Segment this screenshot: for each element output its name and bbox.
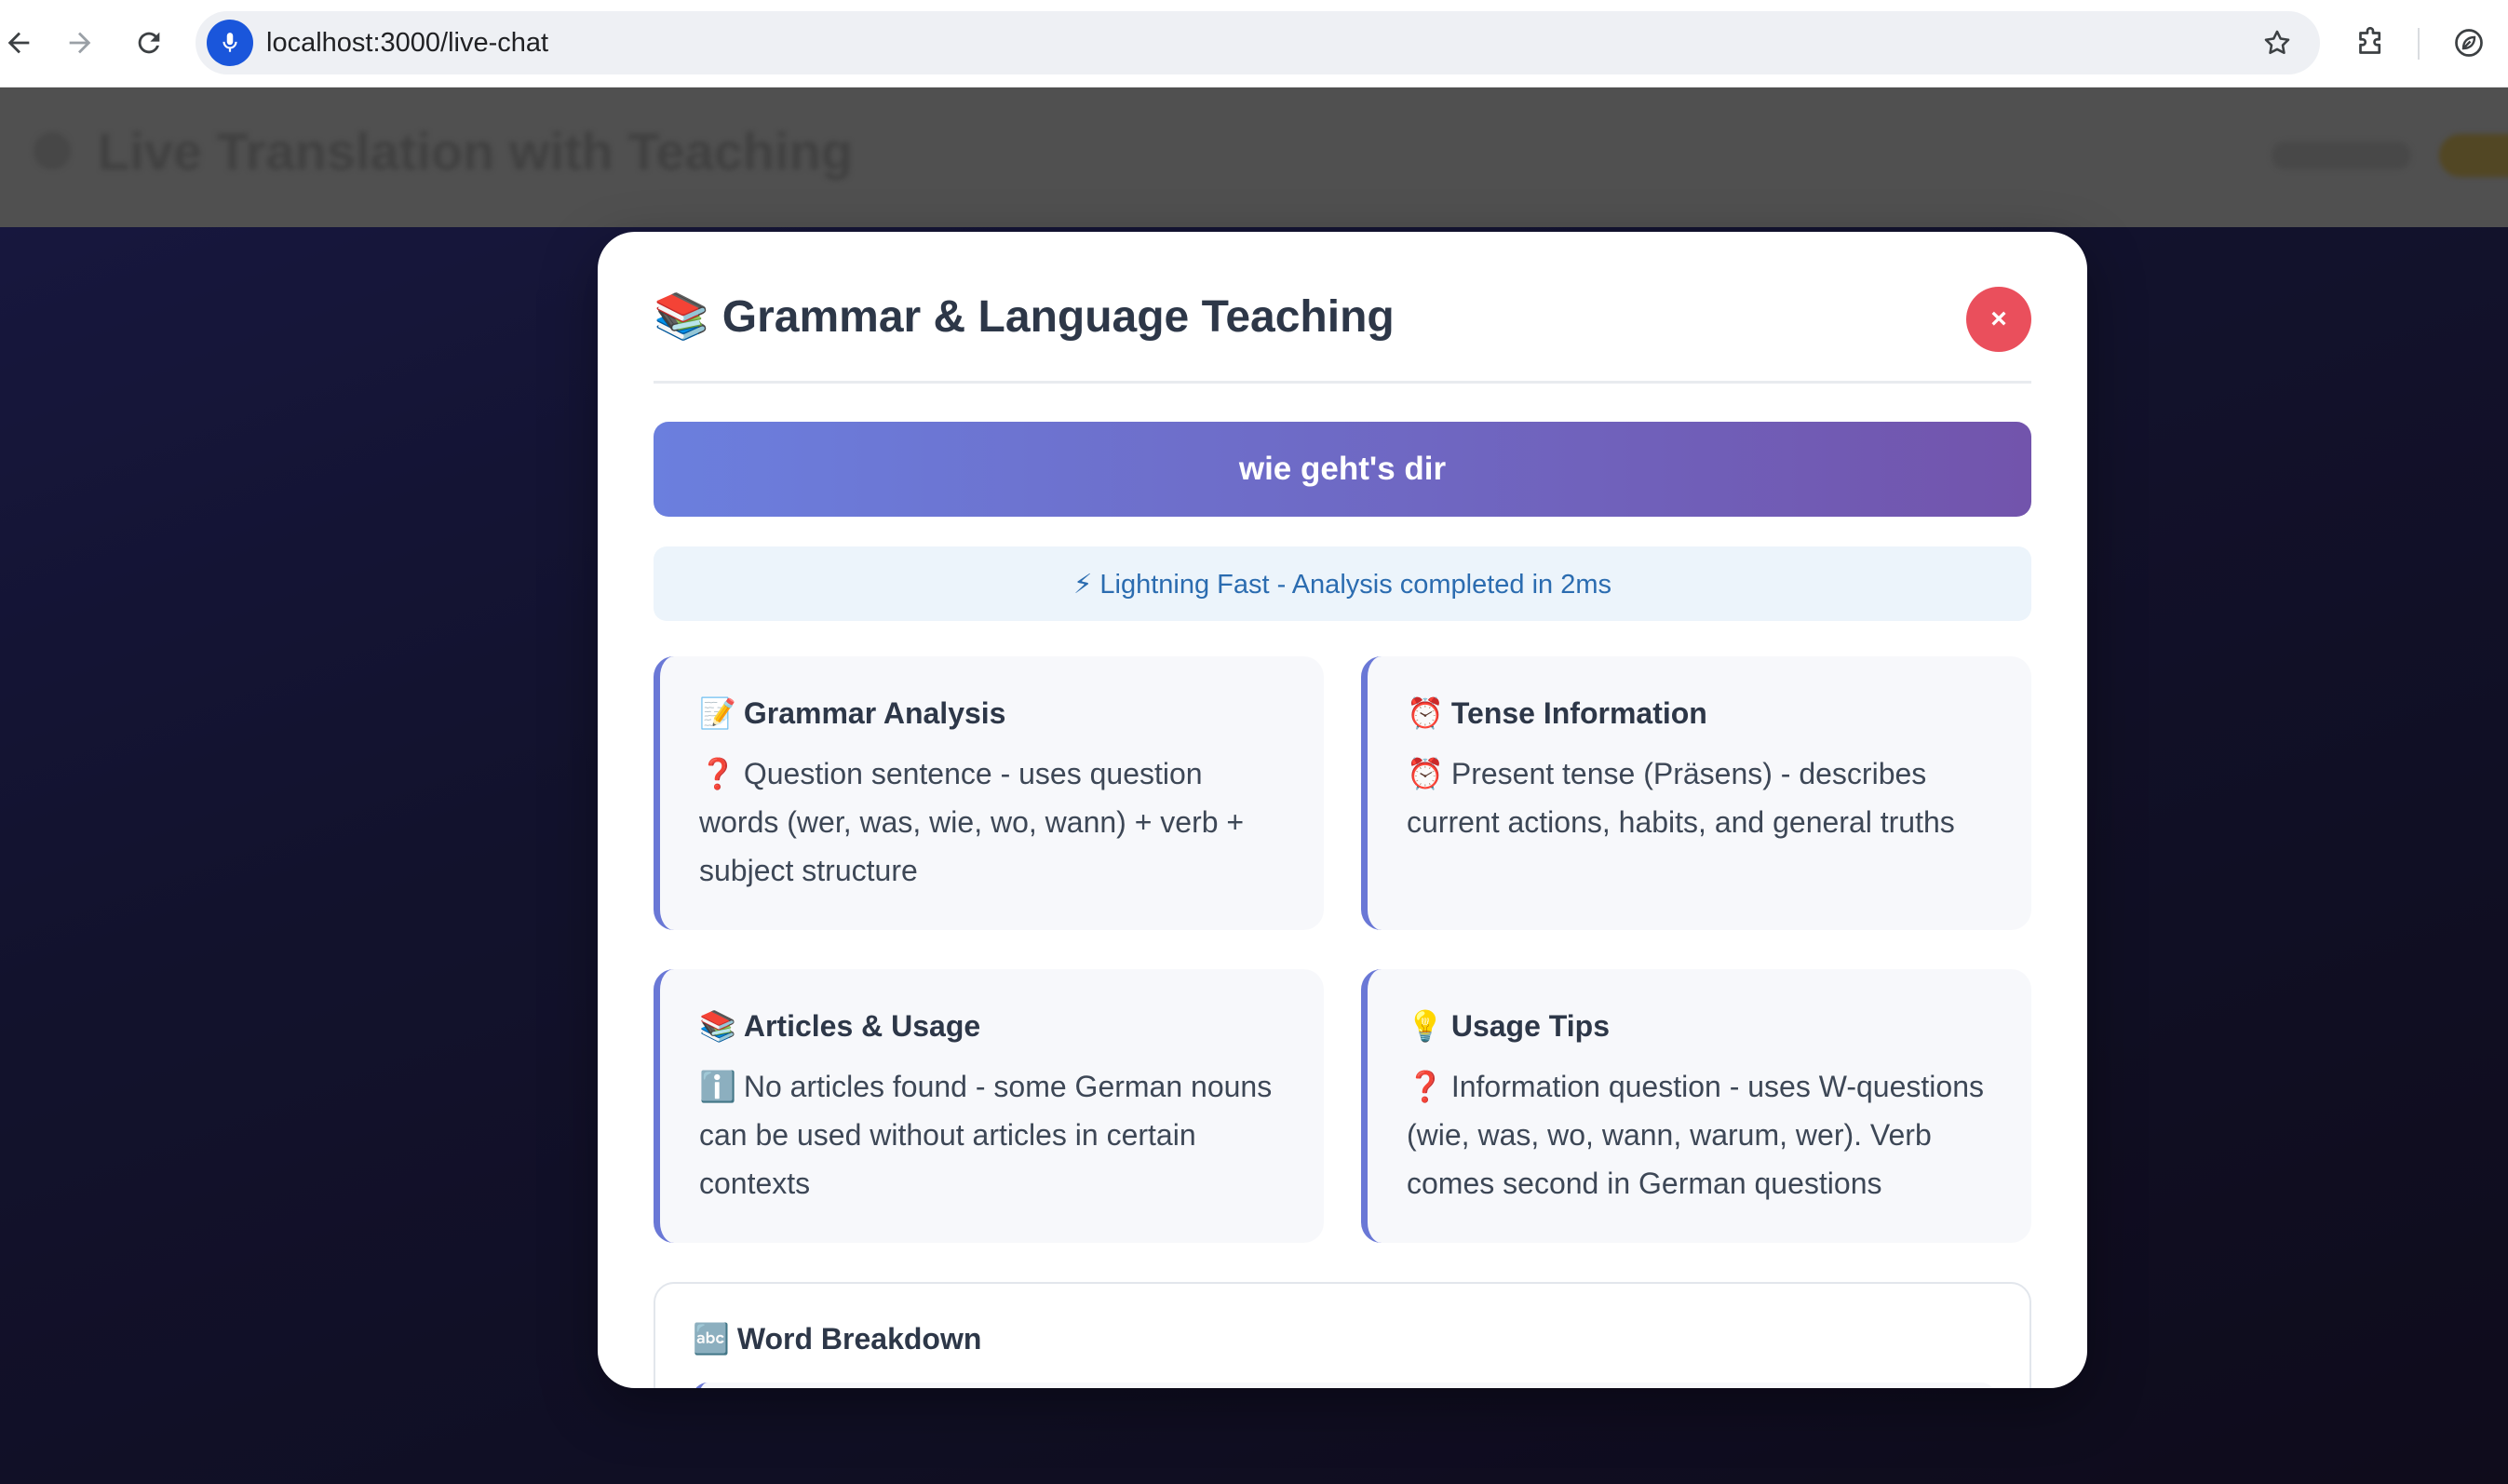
reload-icon[interactable] (127, 20, 171, 65)
microphone-icon[interactable] (207, 20, 253, 66)
tense-information-card: ⏰ Tense Information ⏰ Present tense (Präse… (1361, 656, 2031, 930)
books-icon: 📚 (654, 292, 709, 342)
grammar-teaching-modal: 📚 Grammar & Language Teaching × wie geht'… (598, 232, 2087, 1388)
back-icon[interactable] (0, 20, 41, 65)
modal-title: 📚 Grammar & Language Teaching (654, 288, 1395, 347)
analyzed-phrase: wie geht's dir (654, 422, 2031, 517)
word-breakdown-title-text: Word Breakdown (736, 1322, 982, 1356)
abc-icon: 🔤 (693, 1322, 730, 1356)
question-mark-icon: ❓ (1407, 1070, 1444, 1103)
star-icon[interactable] (2259, 24, 2296, 61)
card-body: ❓ Information question - uses W-questions… (1407, 1062, 1994, 1207)
info-icon: ℹ️ (699, 1070, 736, 1103)
leaf-icon[interactable] (2448, 22, 2489, 63)
card-title-text: Articles & Usage (743, 1009, 981, 1043)
card-body-text: Information question - uses W-questions … (1407, 1070, 1984, 1200)
word-breakdown-section: 🔤 Word Breakdown (654, 1282, 2031, 1388)
close-button[interactable]: × (1966, 287, 2031, 352)
memo-icon: 📝 (699, 696, 736, 730)
articles-usage-card: 📚 Articles & Usage ℹ️ No articles found - … (654, 969, 1324, 1243)
alarm-clock-icon: ⏰ (1407, 757, 1444, 790)
card-body: ❓ Question sentence - uses question words… (699, 749, 1287, 895)
usage-tips-card: 💡 Usage Tips ❓ Information question - uses… (1361, 969, 2031, 1243)
books-icon: 📚 (699, 1009, 736, 1043)
lightbulb-icon: 💡 (1407, 1009, 1444, 1043)
card-title: ⏰ Tense Information (1407, 695, 1994, 731)
question-mark-icon: ❓ (699, 757, 736, 790)
card-title: 📝 Grammar Analysis (699, 695, 1287, 731)
card-body-text: Question sentence - uses question words … (699, 757, 1245, 887)
card-body-text: No articles found - some German nouns ca… (699, 1070, 1273, 1200)
toolbar-divider (2418, 28, 2420, 60)
card-body: ℹ️ No articles found - some German nouns … (699, 1062, 1287, 1207)
card-title-text: Usage Tips (1450, 1009, 1610, 1043)
card-body-text: Present tense (Präsens) - describes curr… (1407, 757, 1955, 839)
modal-title-text: Grammar & Language Teaching (721, 292, 1395, 342)
address-bar[interactable]: localhost:3000/live-chat (196, 11, 2320, 74)
word-breakdown-title: 🔤 Word Breakdown (693, 1321, 981, 1356)
performance-note: ⚡ Lightning Fast - Analysis completed in… (654, 546, 2031, 621)
card-title: 📚 Articles & Usage (699, 1008, 1287, 1044)
alarm-clock-icon: ⏰ (1407, 696, 1444, 730)
word-breakdown-item (693, 1383, 1996, 1388)
url-text[interactable]: localhost:3000/live-chat (266, 11, 548, 74)
card-body: ⏰ Present tense (Präsens) - describes cur… (1407, 749, 1994, 846)
card-title: 💡 Usage Tips (1407, 1008, 1994, 1044)
card-title-text: Tense Information (1450, 696, 1707, 730)
browser-toolbar: localhost:3000/live-chat (0, 0, 2508, 88)
grammar-analysis-card: 📝 Grammar Analysis ❓ Question sentence - u… (654, 656, 1324, 930)
card-title-text: Grammar Analysis (743, 696, 1006, 730)
puzzle-icon[interactable] (2348, 20, 2393, 65)
modal-header: 📚 Grammar & Language Teaching × (654, 287, 2031, 384)
forward-icon[interactable] (58, 20, 102, 65)
